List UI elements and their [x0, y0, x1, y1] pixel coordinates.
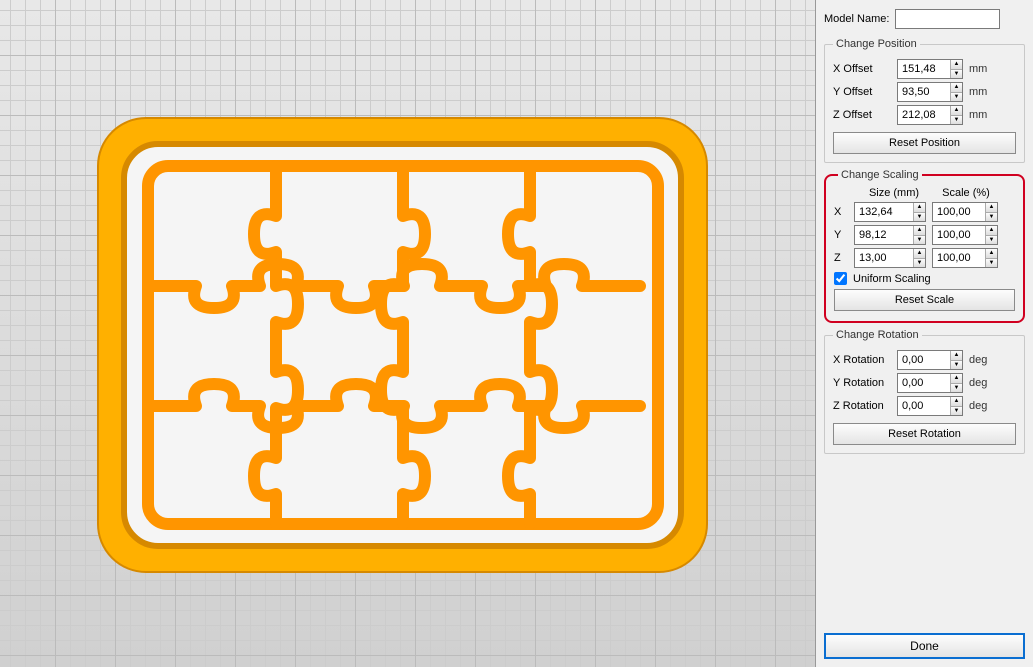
uniform-scaling-checkbox[interactable] — [834, 272, 847, 285]
unit-mm: mm — [969, 109, 987, 121]
position-group: Change Position X Offset▲▼mm Y Offset▲▼m… — [824, 38, 1025, 163]
spin-up-icon[interactable]: ▲ — [950, 374, 962, 384]
spin-up-icon[interactable]: ▲ — [913, 249, 925, 259]
spin-up-icon[interactable]: ▲ — [950, 351, 962, 361]
rotation-group: Change Rotation X Rotation▲▼deg Y Rotati… — [824, 329, 1025, 454]
spin-up-icon[interactable]: ▲ — [950, 397, 962, 407]
uniform-scaling-label: Uniform Scaling — [853, 273, 931, 285]
scale-z-label: Z — [834, 252, 848, 264]
position-legend: Change Position — [833, 38, 920, 50]
rotation-legend: Change Rotation — [833, 329, 922, 341]
spin-down-icon[interactable]: ▼ — [950, 116, 962, 125]
spin-down-icon[interactable]: ▼ — [985, 213, 997, 222]
done-button[interactable]: Done — [824, 633, 1025, 659]
unit-deg: deg — [969, 377, 987, 389]
spin-down-icon[interactable]: ▼ — [985, 259, 997, 268]
spin-down-icon[interactable]: ▼ — [950, 407, 962, 416]
viewport-3d[interactable] — [0, 0, 815, 667]
spin-down-icon[interactable]: ▼ — [950, 70, 962, 79]
x-offset-label: X Offset — [833, 63, 891, 75]
spin-up-icon[interactable]: ▲ — [950, 106, 962, 116]
spin-up-icon[interactable]: ▲ — [985, 203, 997, 213]
spin-down-icon[interactable]: ▼ — [913, 213, 925, 222]
spin-up-icon[interactable]: ▲ — [950, 60, 962, 70]
spin-up-icon[interactable]: ▲ — [950, 83, 962, 93]
scaling-legend: Change Scaling — [838, 169, 922, 181]
reset-scale-button[interactable]: Reset Scale — [834, 289, 1015, 311]
spin-down-icon[interactable]: ▼ — [985, 236, 997, 245]
model-name-input[interactable] — [895, 9, 1000, 29]
unit-mm: mm — [969, 63, 987, 75]
uniform-scaling-row[interactable]: Uniform Scaling — [834, 272, 1015, 285]
spin-down-icon[interactable]: ▼ — [950, 93, 962, 102]
scaling-group: Change Scaling Size (mm)Scale (%) X▲▼▲▼ … — [824, 169, 1025, 323]
size-header: Size (mm) — [858, 187, 930, 199]
spin-down-icon[interactable]: ▼ — [950, 384, 962, 393]
z-rotation-label: Z Rotation — [833, 400, 891, 412]
reset-rotation-button[interactable]: Reset Rotation — [833, 423, 1016, 445]
unit-deg: deg — [969, 354, 987, 366]
x-rotation-label: X Rotation — [833, 354, 891, 366]
spin-up-icon[interactable]: ▲ — [913, 203, 925, 213]
spin-down-icon[interactable]: ▼ — [913, 236, 925, 245]
z-offset-label: Z Offset — [833, 109, 891, 121]
model-name-label: Model Name: — [824, 13, 889, 25]
reset-position-button[interactable]: Reset Position — [833, 132, 1016, 154]
unit-mm: mm — [969, 86, 987, 98]
model-puzzle-cutter[interactable] — [90, 110, 715, 580]
model-name-row: Model Name: — [824, 9, 1025, 29]
y-offset-label: Y Offset — [833, 86, 891, 98]
properties-panel: Model Name: Change Position X Offset▲▼mm… — [815, 0, 1033, 667]
spin-up-icon[interactable]: ▲ — [913, 226, 925, 236]
spin-down-icon[interactable]: ▼ — [950, 361, 962, 370]
scale-header: Scale (%) — [933, 187, 999, 199]
spin-down-icon[interactable]: ▼ — [913, 259, 925, 268]
scale-y-label: Y — [834, 229, 848, 241]
spin-up-icon[interactable]: ▲ — [985, 249, 997, 259]
unit-deg: deg — [969, 400, 987, 412]
scale-x-label: X — [834, 206, 848, 218]
spin-up-icon[interactable]: ▲ — [985, 226, 997, 236]
y-rotation-label: Y Rotation — [833, 377, 891, 389]
